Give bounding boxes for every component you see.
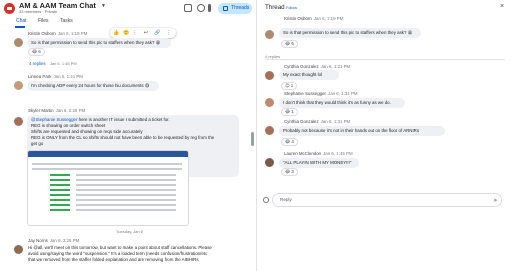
- chat-logo-icon: [4, 3, 15, 14]
- screenshot-row: [76, 179, 176, 181]
- screenshot-highlight: [50, 184, 70, 186]
- avatar[interactable]: [14, 81, 23, 90]
- pin-icon[interactable]: [208, 4, 211, 12]
- message-line: get go: [31, 141, 44, 146]
- screenshot-row: [32, 168, 182, 170]
- scrollbar-thumb[interactable]: [251, 132, 254, 146]
- mention-link[interactable]: @Stephanie Sussegger: [31, 117, 77, 122]
- space-header: AM & AAM Team Chat ▼ 33 members · Privat…: [0, 0, 257, 18]
- screenshot-highlight: [50, 194, 70, 196]
- date-divider: Tuesday, Jan 6: [116, 229, 143, 234]
- message-author: Cynthia Gonzalez Jan 6, 1:21 PM: [284, 64, 351, 69]
- message-line: REG is ONLY from the CL so shifts should…: [31, 135, 215, 140]
- reaction-chip[interactable]: 😂 6: [28, 48, 45, 56]
- avatar[interactable]: [265, 126, 274, 135]
- threads-icon: [223, 6, 228, 11]
- reaction-chip[interactable]: 😂 3: [281, 168, 298, 176]
- avatar[interactable]: [14, 38, 23, 47]
- message-bubble: So is that permission to send this pic t…: [27, 38, 171, 48]
- thumbs-up-icon[interactable]: 👍: [113, 30, 119, 36]
- message-bubble: I don't think that they would think it's…: [279, 98, 405, 108]
- message-bubble: Probably not because it's not in their h…: [279, 126, 445, 136]
- avatar[interactable]: [265, 71, 274, 80]
- message-author: Stephanie Sussegger Jan 6, 1:31 PM: [284, 91, 358, 96]
- message-author: Skyler Martin Jan 6, 2:20 PM: [28, 108, 86, 113]
- screenshot-titlebar: [28, 151, 188, 157]
- message-author: Kristin Osborn Jan 6, 1:19 PM: [284, 16, 344, 21]
- tab-active-indicator: [15, 26, 25, 28]
- tab-chat[interactable]: Chat: [16, 18, 27, 24]
- message-action-toolbar: 👍 🙂 ⋮ ↩ 🔗 ⋮: [110, 28, 176, 38]
- divider: [265, 59, 505, 60]
- video-call-icon[interactable]: [184, 4, 192, 12]
- space-subtitle: 33 members · Private: [19, 9, 58, 14]
- screenshot-highlight: [50, 209, 70, 211]
- reaction-chip[interactable]: 😂 4: [281, 138, 298, 146]
- reaction-chip[interactable]: 😂 6: [281, 40, 298, 48]
- emoji-icon[interactable]: 🙂: [123, 30, 129, 36]
- replies-link[interactable]: 4 replies Jan 6, 1:45 PM: [29, 61, 77, 66]
- screenshot-row: [76, 189, 176, 191]
- screenshot-highlight: [50, 174, 70, 176]
- screenshot-row: [76, 209, 176, 211]
- chat-app: AM & AAM Team Chat ▼ 33 members · Privat…: [0, 0, 512, 271]
- tab-tasks[interactable]: Tasks: [60, 18, 73, 24]
- reply-input[interactable]: Reply: [272, 193, 502, 207]
- message-author: Kristin Osborn Jan 6, 1:19 PM: [28, 31, 88, 36]
- send-icon[interactable]: ➤: [493, 197, 498, 204]
- screenshot-highlight: [50, 179, 70, 181]
- message-author: Cynthia Gonzalez Jan 6, 1:31 PM: [284, 119, 351, 124]
- thread-pane: Thread Follow × Kristin Osborn Jan 6, 1:1…: [257, 0, 512, 271]
- message-line: that we removed from the staffer folded …: [28, 257, 199, 262]
- tab-files[interactable]: Files: [38, 18, 49, 24]
- screenshot-row: [76, 184, 176, 186]
- follow-button[interactable]: Follow: [286, 6, 297, 10]
- chat-pane: AM & AAM Team Chat ▼ 33 members · Privat…: [0, 0, 257, 271]
- message-bubble: My exact thought lol: [279, 70, 339, 80]
- screenshot-highlight: [50, 204, 70, 206]
- avatar[interactable]: [14, 117, 23, 126]
- chevron-down-icon[interactable]: ▼: [101, 3, 106, 9]
- screenshot-row: [76, 194, 176, 196]
- attached-screenshot-image[interactable]: [27, 150, 189, 226]
- avatar[interactable]: [265, 158, 274, 167]
- message-author: Jay Norris Jan 6, 3:25 PM: [28, 238, 80, 243]
- search-icon[interactable]: [197, 4, 205, 12]
- reaction-chip[interactable]: 😂 1: [281, 108, 298, 116]
- screenshot-highlight: [50, 189, 70, 191]
- message-text: Hi @all, we'll meet on this tomorrow, bu…: [28, 245, 248, 263]
- add-icon[interactable]: [263, 197, 269, 203]
- link-icon[interactable]: 🔗: [154, 30, 160, 36]
- screenshot-row: [32, 163, 182, 165]
- message-author: Lauren McClendon Jan 6, 1:45 PM: [284, 151, 353, 156]
- tab-bar: Chat Files Tasks: [0, 18, 257, 28]
- message-bubble: I'm checking ADP every 24 hours for thos…: [27, 81, 159, 91]
- avatar[interactable]: [265, 30, 274, 39]
- message-author: Linnea Park Jan 6, 1:41 PM: [28, 74, 83, 79]
- screenshot-highlight: [50, 199, 70, 201]
- avatar[interactable]: [14, 245, 23, 254]
- threads-button[interactable]: Threads: [218, 3, 252, 14]
- thread-title: Thread: [265, 4, 285, 11]
- message-bubble: "ALL PLAYIN WITH MY MONEY!!!": [279, 158, 359, 168]
- screenshot-row: [76, 174, 176, 176]
- reply-icon[interactable]: ↩: [143, 30, 149, 36]
- close-icon[interactable]: ×: [500, 3, 504, 10]
- reaction-chip[interactable]: 😊 1: [281, 82, 298, 90]
- message-bubble: So is that permission to send this pic t…: [279, 28, 421, 38]
- avatar[interactable]: [265, 98, 274, 107]
- screenshot-row: [76, 204, 176, 206]
- more-options-icon[interactable]: ⋮: [166, 30, 172, 36]
- screenshot-row: [76, 199, 176, 201]
- threads-label: Threads: [231, 5, 250, 11]
- more-reactions-icon[interactable]: ⋮: [132, 30, 138, 36]
